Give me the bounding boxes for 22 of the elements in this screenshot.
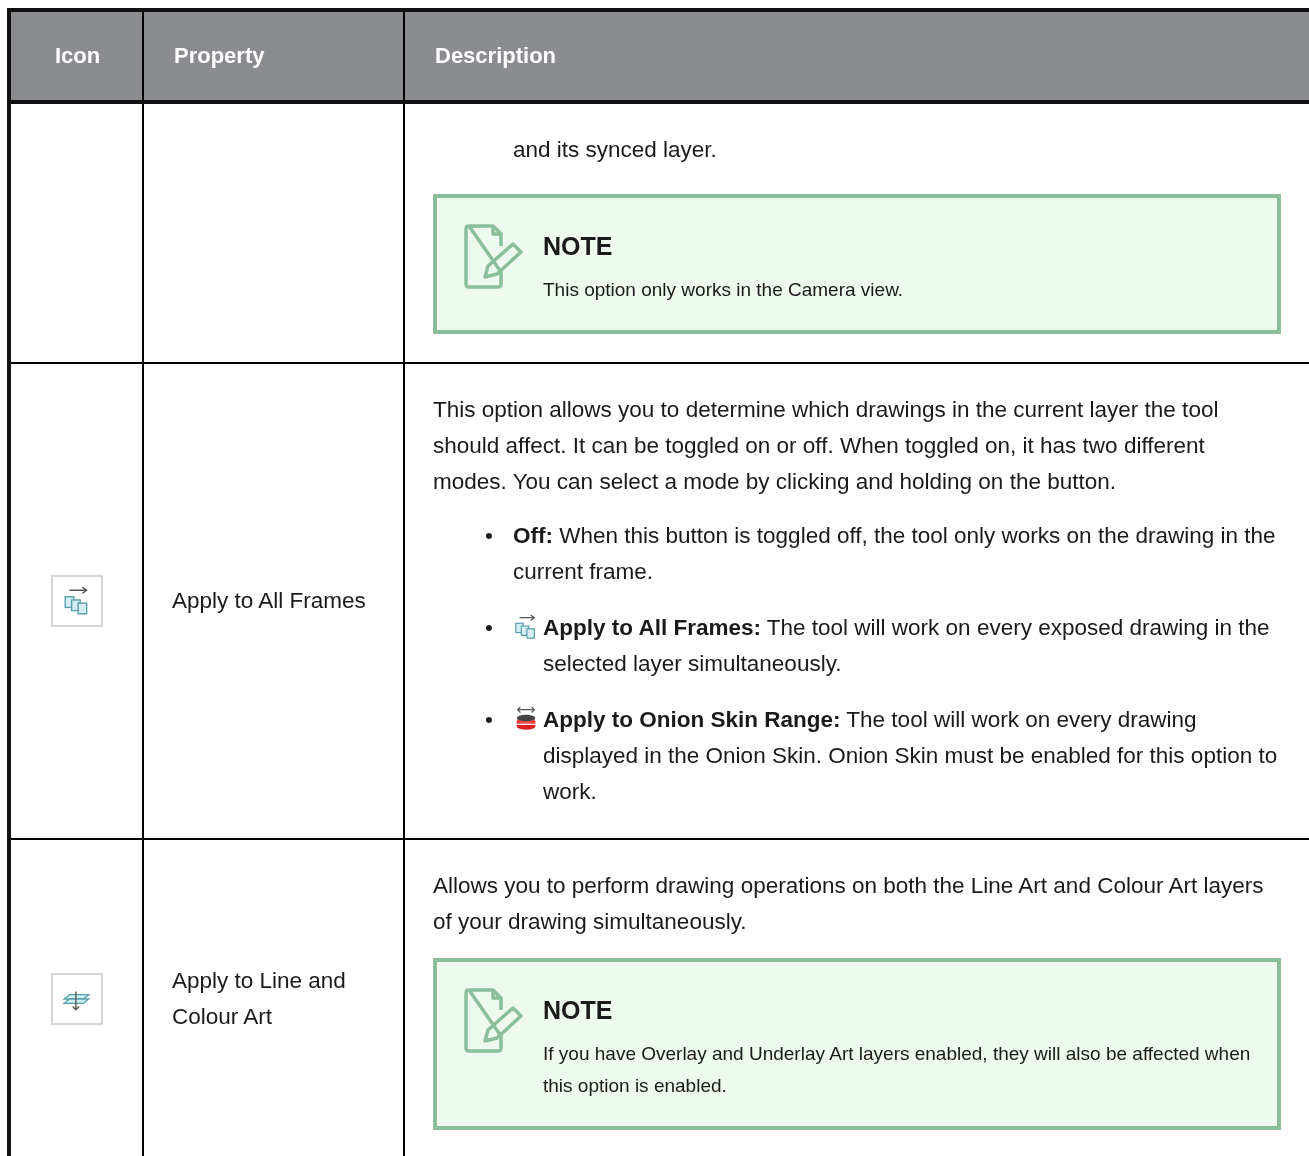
list-item-text: Apply to All Frames: The tool will work on every exposed drawing in the selected layer simultaneously. xyxy=(543,614,1271,678)
note-text: This option only works in the Camera view. xyxy=(543,278,904,302)
bullet: • xyxy=(485,614,494,642)
bullet: • xyxy=(485,522,494,550)
column-header: Description xyxy=(404,10,1309,102)
description-text: and its synced layer. xyxy=(512,136,718,164)
property-name: Apply to Line and Colour Art xyxy=(172,968,346,1029)
note-title: NOTE xyxy=(543,231,614,262)
note-text: If you have Overlay and Underlay Art layers enabled, they will also be affected when this option is enabled. xyxy=(543,1042,1251,1098)
description-text: Allows you to perform drawing operations on both the Line Art and Colour Art layers of your drawing simultaneously. xyxy=(433,872,1265,936)
note-pencil-icon xyxy=(463,988,525,1054)
list-item-text: Apply to Onion Skin Range: The tool will work on every drawing displayed in the Onion Skin. Onion Skin must be enabled for this option to work. xyxy=(543,706,1279,806)
bullet: • xyxy=(485,706,494,734)
note-title: NOTE xyxy=(543,995,614,1026)
column-header: Property xyxy=(143,10,404,102)
tool-button-icon xyxy=(50,973,103,1025)
property-name: Apply to All Frames xyxy=(172,588,366,613)
note-pencil-icon xyxy=(463,224,525,290)
list-item-text: Off: When this button is toggled off, the tool only works on the drawing in the current frame. xyxy=(513,522,1277,586)
description-text: This option allows you to determine which drawings in the current layer the tool should affect. It can be toggled on or off. When toggled on, it has two different modes. You can select a mode by clicking and holding on the button. xyxy=(433,396,1220,496)
tool-button-icon xyxy=(50,575,103,627)
column-header: Icon xyxy=(9,10,143,102)
